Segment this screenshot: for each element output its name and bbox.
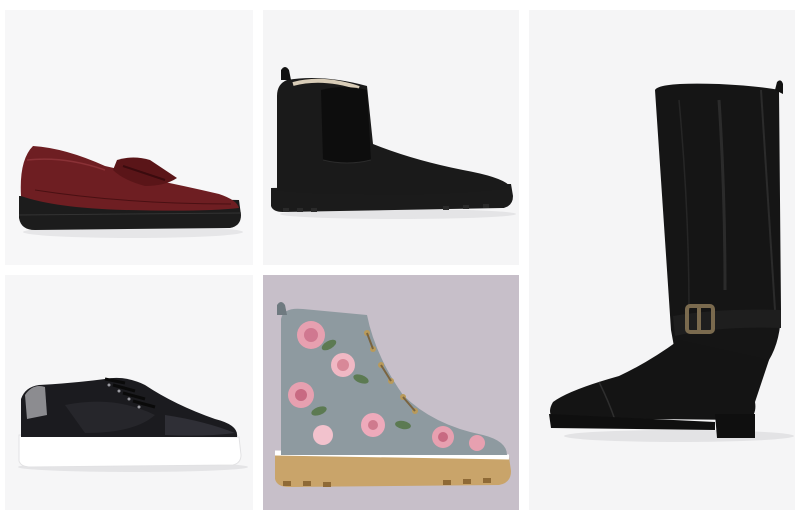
sneaker-product-image[interactable] xyxy=(5,275,253,510)
floral-boot-image xyxy=(263,275,519,510)
loafer-product-image[interactable] xyxy=(5,10,253,265)
sneaker-image xyxy=(18,377,248,472)
riding-boot-image xyxy=(549,80,794,442)
chelsea-boot-product-image[interactable] xyxy=(263,10,519,265)
loafer-image xyxy=(18,146,243,238)
riding-boot-product-image[interactable] xyxy=(529,10,795,510)
chelsea-boot-image xyxy=(271,67,516,219)
floral-boot-product-image[interactable] xyxy=(263,275,519,510)
